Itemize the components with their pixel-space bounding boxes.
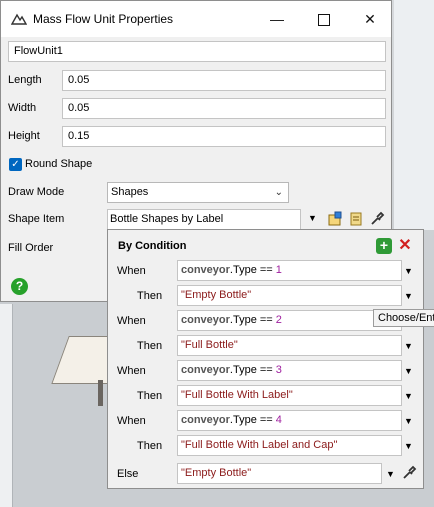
dropdown-arrow-icon[interactable]: ▼	[404, 291, 413, 301]
else-field[interactable]: "Empty Bottle"	[177, 463, 382, 484]
conveyor-leg	[98, 380, 103, 406]
width-label: Width	[8, 102, 37, 114]
app-icon	[11, 13, 27, 25]
then-label: Then	[137, 340, 163, 352]
dropdown-arrow-icon[interactable]: ▼	[404, 366, 413, 376]
script-icon[interactable]	[348, 211, 364, 227]
help-icon[interactable]: ?	[11, 278, 28, 295]
3d-view-panel	[394, 0, 434, 230]
fill-order-label: Fill Order	[8, 242, 54, 254]
round-shape-checkbox[interactable]: ✓	[9, 158, 22, 171]
condition-field[interactable]: conveyor.Type == 2	[177, 310, 402, 331]
condition-object: conveyor	[181, 264, 230, 276]
length-field[interactable]: 0.05	[62, 70, 386, 91]
then-label: Then	[137, 290, 163, 302]
dropdown-arrow-icon[interactable]: ▼	[404, 391, 413, 401]
when-label: When	[117, 365, 146, 377]
when-label: When	[117, 315, 146, 327]
add-icon[interactable]: +	[376, 238, 392, 254]
condition-object: conveyor	[181, 414, 230, 426]
dropdown-arrow-icon[interactable]: ▼	[404, 341, 413, 351]
3d-view-panel	[0, 304, 13, 507]
by-condition-popup: By Condition + ✕ When conveyor.Type == 1…	[107, 229, 424, 489]
eyedropper-icon[interactable]	[369, 211, 385, 227]
shape-item-label: Shape Item	[8, 213, 65, 225]
height-field[interactable]: 0.15	[62, 126, 386, 147]
condition-number: 2	[275, 314, 282, 326]
condition-object: conveyor	[181, 314, 230, 326]
condition-field[interactable]: conveyor.Type == 1	[177, 260, 402, 281]
condition-field[interactable]: conveyor.Type == 3	[177, 360, 402, 381]
then-field[interactable]: "Full Bottle With Label and Cap"	[177, 435, 402, 456]
when-label: When	[117, 415, 146, 427]
condition-number: 3	[275, 364, 282, 376]
dropdown-arrow-icon[interactable]: ▼	[404, 416, 413, 426]
tooltip: Choose/Ent	[373, 309, 434, 327]
condition-number: 4	[275, 414, 282, 426]
popup-title: By Condition	[118, 240, 187, 252]
dropdown-arrow-icon[interactable]: ▼	[404, 441, 413, 451]
chevron-down-icon: ⌄	[274, 187, 283, 198]
edit-icon[interactable]	[327, 211, 343, 227]
draw-mode-select[interactable]: Shapes ⌄	[107, 182, 289, 203]
width-field[interactable]: 0.05	[62, 98, 386, 119]
draw-mode-value: Shapes	[111, 186, 149, 198]
length-label: Length	[8, 74, 42, 86]
then-field[interactable]: "Empty Bottle"	[177, 285, 402, 306]
condition-number: 1	[275, 264, 282, 276]
maximize-button[interactable]	[301, 1, 347, 37]
condition-object: conveyor	[181, 364, 230, 376]
minimize-icon: —	[270, 11, 284, 27]
condition-property: .Type ==	[229, 414, 273, 426]
condition-property: .Type ==	[229, 314, 273, 326]
dropdown-arrow-icon[interactable]: ▼	[308, 213, 317, 223]
then-label: Then	[137, 440, 163, 452]
condition-property: .Type ==	[229, 264, 273, 276]
height-label: Height	[8, 130, 40, 142]
condition-property: .Type ==	[229, 364, 273, 376]
then-label: Then	[137, 390, 163, 402]
maximize-icon	[318, 14, 330, 27]
then-field[interactable]: "Full Bottle"	[177, 335, 402, 356]
minimize-button[interactable]: —	[254, 1, 300, 37]
condition-field[interactable]: conveyor.Type == 4	[177, 410, 402, 431]
draw-mode-label: Draw Mode	[8, 186, 65, 198]
dropdown-arrow-icon[interactable]: ▼	[404, 266, 413, 276]
remove-icon[interactable]: ✕	[397, 238, 413, 254]
close-button[interactable]: ✕	[347, 1, 393, 37]
else-label: Else	[117, 468, 139, 480]
window-title: Mass Flow Unit Properties	[33, 12, 174, 26]
eyedropper-icon[interactable]	[401, 465, 417, 481]
close-icon: ✕	[364, 11, 376, 27]
then-field[interactable]: "Full Bottle With Label"	[177, 385, 402, 406]
name-field[interactable]: FlowUnit1	[8, 41, 386, 62]
round-shape-label[interactable]: Round Shape	[25, 158, 92, 170]
shape-item-field[interactable]: Bottle Shapes by Label	[107, 209, 301, 230]
dropdown-arrow-icon[interactable]: ▼	[386, 469, 395, 479]
title-bar[interactable]: Mass Flow Unit Properties — ✕	[1, 1, 391, 37]
when-label: When	[117, 265, 146, 277]
